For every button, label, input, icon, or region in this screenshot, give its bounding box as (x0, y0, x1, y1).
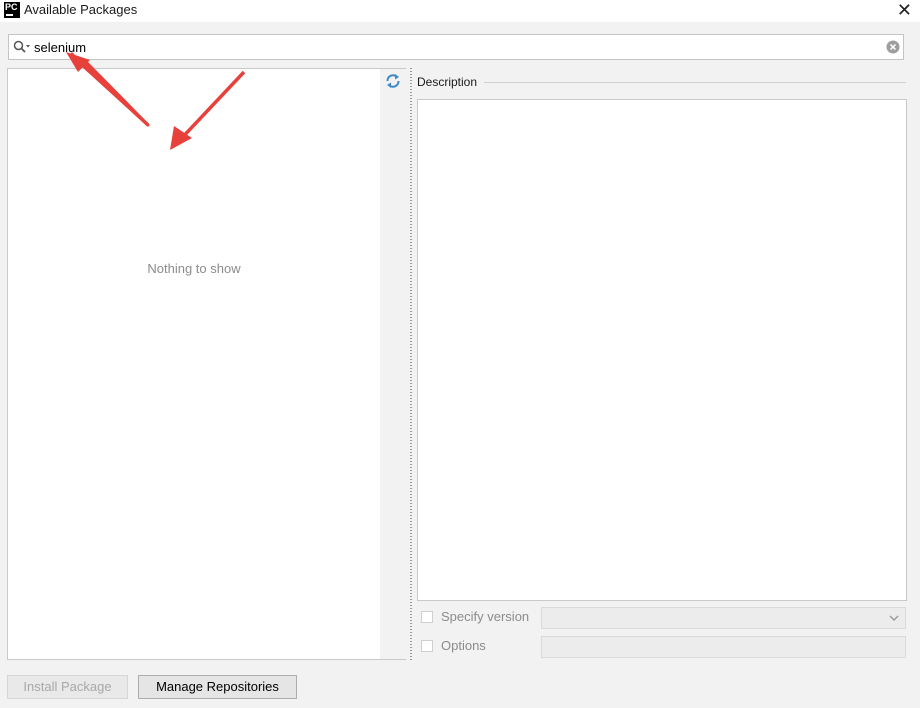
search-field[interactable]: selenium (8, 34, 904, 60)
clear-icon[interactable] (886, 40, 900, 54)
description-label: Description (417, 75, 478, 89)
description-divider (484, 82, 906, 83)
specify-version-label: Specify version (441, 609, 530, 624)
close-button[interactable]: ✕ (897, 1, 912, 19)
title-bar: PC Available Packages ✕ (0, 0, 920, 22)
specify-version-checkbox[interactable] (421, 611, 433, 623)
options-checkbox[interactable] (421, 640, 433, 652)
manage-repositories-button[interactable]: Manage Repositories (138, 675, 297, 699)
list-toolbar (380, 68, 406, 660)
description-panel (417, 99, 907, 601)
options-input[interactable] (541, 636, 906, 658)
search-input[interactable]: selenium (34, 40, 86, 55)
chevron-down-icon (889, 615, 899, 621)
app-icon-text: PC (5, 2, 18, 12)
package-list[interactable]: Nothing to show (7, 68, 381, 660)
install-package-button[interactable]: Install Package (7, 675, 128, 699)
refresh-icon[interactable] (384, 72, 402, 90)
panel-splitter[interactable] (408, 68, 414, 660)
version-dropdown[interactable] (541, 607, 906, 629)
empty-list-message: Nothing to show (147, 261, 241, 276)
window-title: Available Packages (24, 2, 138, 17)
pycharm-app-icon: PC (4, 2, 20, 18)
options-label: Options (441, 638, 486, 653)
search-icon[interactable] (13, 40, 31, 54)
